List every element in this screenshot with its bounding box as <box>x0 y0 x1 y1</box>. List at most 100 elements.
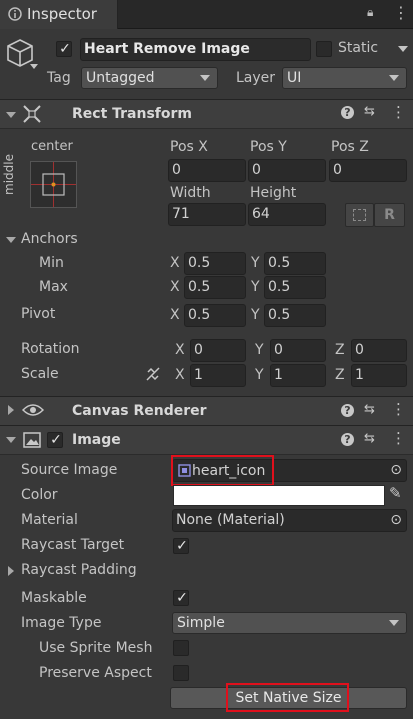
max-y-label: Y <box>251 279 260 295</box>
tag-value: Untagged <box>86 70 155 86</box>
info-icon <box>8 7 22 21</box>
source-image-label: Source Image <box>21 462 118 478</box>
width-label: Width <box>170 185 211 201</box>
use-sprite-mesh-checkbox[interactable] <box>173 640 189 656</box>
min-label: Min <box>39 255 64 271</box>
preset-icon[interactable]: ⇆ <box>364 104 375 119</box>
highlight-set-native-size <box>226 683 349 712</box>
min-y-field[interactable]: 0.5 <box>264 252 326 275</box>
scale-y-field[interactable]: 1 <box>270 364 326 387</box>
pivot-x-label: X <box>170 307 180 323</box>
raycast-target-label: Raycast Target <box>21 537 125 553</box>
help-icon[interactable]: ? <box>341 404 354 417</box>
rotation-x-field[interactable]: 0 <box>190 339 246 362</box>
scale-x-field[interactable]: 1 <box>190 364 246 387</box>
highlight-source-image <box>171 455 274 486</box>
canvas-renderer-title: Canvas Renderer <box>72 403 207 419</box>
foldout-arrow-icon[interactable] <box>6 112 16 118</box>
image-component-icon <box>23 432 41 448</box>
tab-inspector[interactable]: Inspector <box>0 0 118 29</box>
rotation-label: Rotation <box>21 341 80 357</box>
preset-icon[interactable]: ⇆ <box>364 402 375 417</box>
material-field[interactable]: None (Material) ⊙ <box>172 509 407 532</box>
tag-label: Tag <box>47 70 71 86</box>
help-icon[interactable]: ? <box>341 106 354 119</box>
more-icon[interactable]: ⋮ <box>391 400 406 418</box>
active-checkbox[interactable]: ✓ <box>56 41 72 57</box>
anchors-foldout-icon[interactable] <box>6 237 16 243</box>
blueprint-mode-button[interactable] <box>345 203 374 227</box>
preserve-aspect-label: Preserve Aspect <box>39 665 152 681</box>
foldout-arrow-icon[interactable] <box>8 405 14 415</box>
max-y-field[interactable]: 0.5 <box>264 276 326 299</box>
anchor-v-label: middle <box>2 154 16 195</box>
max-x-field[interactable]: 0.5 <box>184 276 246 299</box>
pos-y-label: Pos Y <box>250 139 287 155</box>
preset-icon[interactable]: ⇆ <box>364 431 375 446</box>
raycast-padding-foldout-icon[interactable] <box>8 566 14 576</box>
height-label: Height <box>250 185 297 201</box>
chevron-down-icon <box>200 75 210 81</box>
use-sprite-mesh-label: Use Sprite Mesh <box>39 640 153 656</box>
rect-transform-title: Rect Transform <box>72 106 193 122</box>
foldout-arrow-icon[interactable] <box>6 437 16 443</box>
scale-z-field[interactable]: 1 <box>351 364 407 387</box>
preserve-aspect-checkbox[interactable] <box>173 665 189 681</box>
color-label: Color <box>21 487 58 503</box>
rotation-y-field[interactable]: 0 <box>270 339 326 362</box>
static-checkbox[interactable] <box>316 41 332 57</box>
chevron-down-icon <box>389 620 399 626</box>
anchor-preset-button[interactable] <box>30 161 77 208</box>
lock-icon[interactable]: 🔒︎ <box>367 5 373 20</box>
constrain-proportions-icon[interactable] <box>145 366 161 382</box>
min-x-field[interactable]: 0.5 <box>184 252 246 275</box>
pivot-label: Pivot <box>21 306 56 322</box>
maskable-label: Maskable <box>21 590 87 606</box>
eyedropper-icon[interactable]: ✎ <box>389 484 402 502</box>
pivot-x-field[interactable]: 0.5 <box>184 304 246 327</box>
scale-y-label: Y <box>255 367 264 383</box>
help-icon[interactable]: ? <box>341 433 354 446</box>
raycast-target-checkbox[interactable]: ✓ <box>173 538 189 554</box>
pos-y-field[interactable]: 0 <box>248 159 326 182</box>
layer-value: UI <box>287 70 302 86</box>
static-label: Static <box>338 40 379 56</box>
raw-edit-button[interactable]: R <box>374 203 405 227</box>
pivot-y-label: Y <box>251 307 260 323</box>
check-icon: ✓ <box>50 432 62 448</box>
color-swatch[interactable] <box>173 485 385 506</box>
anchor-h-label: center <box>31 139 73 154</box>
image-type-value: Simple <box>177 615 225 631</box>
raycast-padding-label[interactable]: Raycast Padding <box>21 562 137 578</box>
object-picker-icon[interactable]: ⊙ <box>390 460 402 480</box>
rot-y-label: Y <box>255 342 264 358</box>
tag-dropdown[interactable]: Untagged <box>81 67 218 89</box>
maskable-checkbox[interactable]: ✓ <box>173 590 189 606</box>
layer-label: Layer <box>236 70 276 86</box>
image-enabled-checkbox[interactable]: ✓ <box>47 432 63 448</box>
static-dropdown-arrow[interactable] <box>398 46 408 52</box>
pos-x-field[interactable]: 0 <box>168 159 246 182</box>
scale-x-label: X <box>175 367 185 383</box>
rot-x-label: X <box>175 342 185 358</box>
max-label: Max <box>39 279 68 295</box>
icon-dropdown-arrow[interactable] <box>30 64 38 69</box>
min-x-label: X <box>170 255 180 271</box>
pos-z-field[interactable]: 0 <box>329 159 407 182</box>
height-field[interactable]: 64 <box>248 203 326 226</box>
more-icon[interactable]: ⋮ <box>391 429 406 447</box>
check-icon: ✓ <box>176 590 188 606</box>
object-picker-icon[interactable]: ⊙ <box>390 510 402 530</box>
pivot-y-field[interactable]: 0.5 <box>264 304 326 327</box>
pos-x-label: Pos X <box>170 139 208 155</box>
rotation-z-field[interactable]: 0 <box>351 339 407 362</box>
width-field[interactable]: 71 <box>168 203 246 226</box>
chevron-down-icon <box>389 75 399 81</box>
anchor-preset-icon <box>31 162 76 207</box>
blueprint-icon <box>353 209 366 221</box>
more-icon[interactable]: ⋮ <box>391 103 406 121</box>
object-name-input[interactable]: Heart Remove Image <box>80 38 311 61</box>
layer-dropdown[interactable]: UI <box>282 67 407 89</box>
more-icon[interactable]: ⋮ <box>393 3 409 22</box>
image-type-dropdown[interactable]: Simple <box>172 612 407 634</box>
